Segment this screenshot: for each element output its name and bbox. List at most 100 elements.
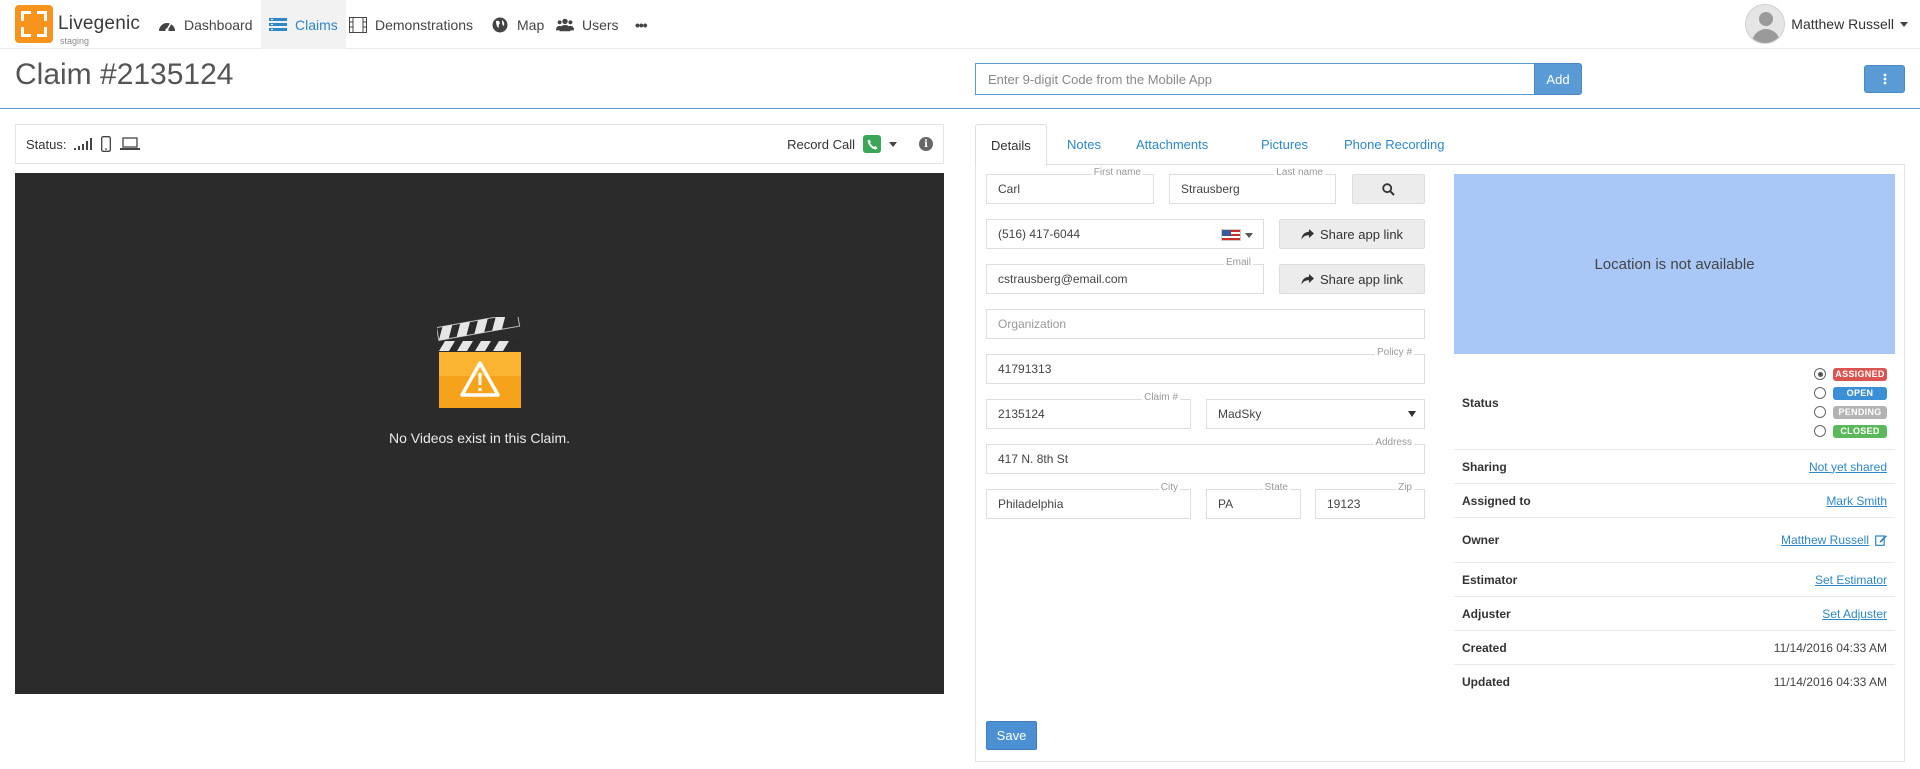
last-name-label: Last name: [1274, 167, 1325, 179]
share-icon: [1301, 273, 1314, 284]
last-name-field[interactable]: Strausberg Last name: [1169, 167, 1336, 204]
city-value: Philadelphia: [998, 497, 1064, 511]
claim-number-field[interactable]: 2135124 Claim #: [986, 392, 1191, 429]
dashboard-icon: [158, 16, 176, 34]
edit-icon[interactable]: [1875, 534, 1887, 546]
city-label: City: [1158, 482, 1180, 494]
updated-row: Updated 11/14/2016 04:33 AM: [1454, 665, 1895, 699]
search-button[interactable]: [1352, 174, 1425, 204]
nav-dashboard[interactable]: Dashboard: [150, 0, 261, 49]
phone-icon[interactable]: [863, 135, 881, 153]
phone-field[interactable]: (516) 417-6044: [986, 219, 1264, 249]
save-button[interactable]: Save: [986, 721, 1037, 750]
radio-closed[interactable]: [1814, 425, 1826, 437]
more-options-button[interactable]: [1864, 65, 1905, 93]
created-row: Created 11/14/2016 04:33 AM: [1454, 631, 1895, 665]
signal-icon: [74, 138, 93, 150]
brand-name[interactable]: Livegenic: [58, 13, 140, 35]
policy-field[interactable]: 41791313 Policy #: [986, 347, 1425, 384]
zip-value: 19123: [1327, 497, 1361, 511]
set-adjuster-link[interactable]: Set Adjuster: [1822, 607, 1887, 621]
created-label: Created: [1462, 640, 1507, 655]
clapperboard-warning-icon: [437, 317, 521, 408]
top-nav: Livegenic staging Dashboard Claims Demon…: [0, 0, 1920, 49]
laptop-icon: [120, 137, 141, 150]
radio-assigned[interactable]: [1814, 368, 1826, 380]
video-player-area: No Videos exist in this Claim.: [15, 173, 944, 694]
status-badge-pending: PENDING: [1833, 405, 1887, 419]
tab-attachments[interactable]: Attachments: [1121, 124, 1223, 165]
first-name-field[interactable]: Carl First name: [986, 167, 1154, 204]
radio-open[interactable]: [1814, 387, 1826, 399]
owner-label: Owner: [1462, 533, 1500, 547]
assigned-to-link[interactable]: Mark Smith: [1826, 494, 1887, 508]
globe-icon: [491, 16, 509, 34]
owner-link[interactable]: Matthew Russell: [1781, 533, 1869, 547]
status-label: Status:: [26, 136, 67, 152]
state-label: State: [1262, 482, 1290, 494]
nav-demonstrations[interactable]: Demonstrations: [341, 0, 481, 49]
more-icon[interactable]: •••: [627, 0, 655, 49]
sharing-row: Sharing Not yet shared: [1454, 450, 1895, 484]
address-value: 417 N. 8th St: [998, 452, 1069, 466]
tab-pictures[interactable]: Pictures: [1246, 124, 1323, 165]
share-app-link-phone-button[interactable]: Share app link: [1279, 219, 1425, 249]
add-code-button[interactable]: Add: [1534, 63, 1582, 95]
phone-value: (516) 417-6044: [998, 227, 1081, 241]
set-estimator-link[interactable]: Set Estimator: [1815, 573, 1887, 587]
user-menu[interactable]: Matthew Russell: [1745, 4, 1908, 44]
estimator-label: Estimator: [1462, 572, 1518, 587]
claim-info-table: Status ASSIGNED OPEN PENDING CLOSED Shar…: [1454, 356, 1895, 699]
first-name-label: First name: [1091, 167, 1143, 179]
livegenic-logo[interactable]: [15, 5, 53, 43]
last-name-value: Strausberg: [1181, 182, 1240, 196]
zip-label: Zip: [1396, 482, 1414, 494]
email-label: Email: [1223, 257, 1253, 269]
claims-icon: [269, 16, 287, 34]
tab-phone-recording[interactable]: Phone Recording: [1329, 124, 1459, 165]
organization-field[interactable]: Organization: [986, 309, 1425, 339]
created-value: 11/14/2016 04:33 AM: [1773, 640, 1887, 655]
share-app-link-email-button[interactable]: Share app link: [1279, 264, 1425, 294]
status-badge-closed: CLOSED: [1833, 424, 1887, 438]
tab-details[interactable]: Details: [975, 124, 1047, 166]
address-label: Address: [1373, 437, 1414, 449]
claim-number-value: 2135124: [998, 407, 1045, 421]
status-option-assigned[interactable]: ASSIGNED: [1814, 367, 1887, 381]
nav-claims[interactable]: Claims: [261, 0, 346, 49]
us-flag-icon: [1221, 229, 1241, 241]
status-row: Status ASSIGNED OPEN PENDING CLOSED: [1454, 356, 1895, 450]
share-icon: [1301, 228, 1314, 239]
updated-label: Updated: [1462, 675, 1510, 689]
nav-users-label: Users: [582, 16, 619, 33]
search-icon: [1382, 182, 1395, 196]
select-arrow-icon: [1408, 411, 1416, 417]
header-divider: [0, 108, 1920, 109]
radio-pending[interactable]: [1814, 406, 1826, 418]
avatar: [1745, 4, 1786, 44]
state-value: PA: [1218, 497, 1234, 511]
state-field[interactable]: PA State: [1206, 482, 1301, 519]
caret-down-icon: [1900, 21, 1908, 27]
tab-notes[interactable]: Notes: [1052, 124, 1116, 165]
email-field[interactable]: cstrausberg@email.com Email: [986, 257, 1264, 294]
city-field[interactable]: Philadelphia City: [986, 482, 1191, 519]
zip-field[interactable]: 19123 Zip: [1315, 482, 1425, 519]
sharing-link[interactable]: Not yet shared: [1809, 460, 1887, 474]
nav-dashboard-label: Dashboard: [184, 16, 253, 33]
status-option-open[interactable]: OPEN: [1814, 386, 1887, 400]
record-call-dropdown-icon[interactable]: [889, 141, 897, 147]
status-badge-open: OPEN: [1833, 386, 1887, 400]
status-option-pending[interactable]: PENDING: [1814, 405, 1887, 419]
country-caret-icon: [1245, 232, 1253, 238]
country-selector[interactable]: [1221, 229, 1253, 241]
info-icon[interactable]: i: [919, 137, 933, 151]
address-field[interactable]: 417 N. 8th St Address: [986, 437, 1425, 474]
nav-users[interactable]: Users: [548, 0, 627, 49]
carrier-select[interactable]: MadSky: [1206, 399, 1425, 429]
status-option-closed[interactable]: CLOSED: [1814, 424, 1887, 438]
estimator-row: Estimator Set Estimator: [1454, 563, 1895, 597]
nav-map[interactable]: Map: [483, 0, 552, 49]
film-icon: [349, 16, 367, 34]
mobile-code-input[interactable]: [975, 63, 1535, 95]
